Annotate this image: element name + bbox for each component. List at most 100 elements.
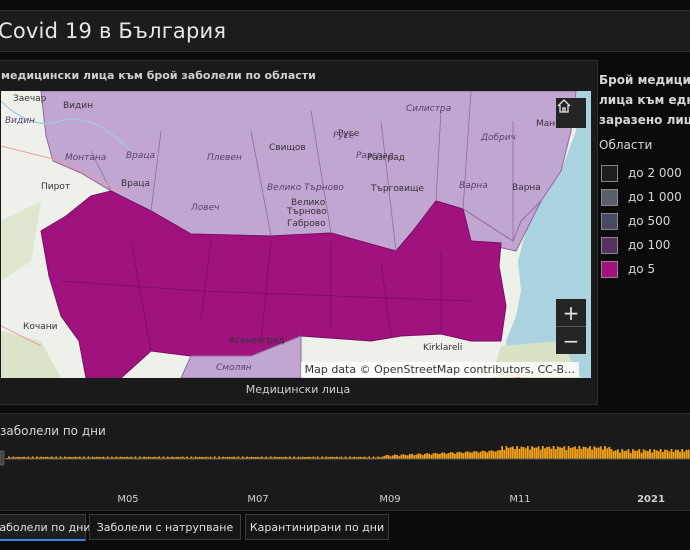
chart-bar <box>424 453 426 459</box>
chart-bar <box>677 449 679 459</box>
chart-bar <box>672 451 675 459</box>
legend-title-line: Брой медицин <box>599 73 690 87</box>
chart-bar <box>664 449 666 459</box>
chart-bar <box>409 454 411 459</box>
chart-bar <box>404 455 407 459</box>
chart-bar <box>597 447 600 459</box>
map-view[interactable]: Видин Видин Заечар Монтана Враца Враца Плевен Л… <box>1 91 591 378</box>
chart-bar <box>535 447 538 459</box>
zoom-in-button[interactable]: + <box>556 299 586 327</box>
chart-bar <box>683 451 686 459</box>
chart-bar <box>608 446 611 459</box>
x-tick-label: M11 <box>509 494 530 505</box>
chart-bar <box>507 448 510 459</box>
map-label-town: Враца <box>121 179 151 189</box>
chart-bar <box>385 455 388 459</box>
legend-label: до 5 <box>628 262 656 276</box>
chart-bar <box>550 448 553 459</box>
chart-bar <box>659 449 662 459</box>
chart-bar <box>629 452 632 459</box>
chart-bar <box>604 446 606 459</box>
legend-item: до 1 000 <box>601 187 682 207</box>
chart-bar <box>514 449 516 459</box>
map-label-town: Kirklareli <box>423 343 463 353</box>
chart-bar <box>666 450 669 459</box>
chart-bar <box>400 454 403 459</box>
daily-cases-chart[interactable]: M05 M07 M09 M11 2021 <box>0 414 690 510</box>
chart-bar <box>595 447 598 459</box>
legend-label: до 2 000 <box>628 166 682 180</box>
chart-bar <box>499 450 501 459</box>
zoom-out-button[interactable]: − <box>556 327 586 354</box>
chart-bar <box>638 449 641 459</box>
chart-bar <box>411 453 414 459</box>
chart-bar <box>574 446 576 459</box>
chart-bar <box>612 451 615 459</box>
chart-bar <box>394 454 396 459</box>
zoom-control: + − <box>556 299 586 354</box>
chart-bar <box>546 446 549 459</box>
map-label-town: Русе <box>338 129 360 139</box>
chart-bar <box>567 446 570 459</box>
x-axis-ticks: M05 M07 M09 M11 2021 <box>117 494 665 505</box>
chart-bar <box>473 451 476 459</box>
chart-bar <box>419 453 422 459</box>
x-tick-label: M09 <box>379 494 400 505</box>
chart-bar <box>657 451 660 459</box>
chart-bar <box>520 446 523 459</box>
chart-bar <box>516 446 519 459</box>
chart-bar <box>434 452 437 459</box>
chart-bar <box>428 453 431 459</box>
tab-quarantined-daily[interactable]: Карантинирани по дни <box>245 514 389 540</box>
chart-bar <box>636 450 639 459</box>
chart-bar <box>655 450 658 459</box>
legend-label: до 500 <box>628 214 671 228</box>
chart-bar <box>563 446 566 459</box>
x-tick-label: 2021 <box>637 494 665 505</box>
legend-title-line: лица към едно <box>599 93 690 107</box>
chart-bar <box>471 452 474 459</box>
map-label-region: Велико Търново <box>267 183 344 193</box>
chart-bar <box>578 446 581 459</box>
tab-cumulative-cases[interactable]: Заболели с натрупване <box>89 514 241 540</box>
chart-bar <box>610 449 613 459</box>
chart-bar <box>685 449 688 459</box>
legend-item: до 500 <box>601 211 670 231</box>
map-attribution[interactable]: Map data © OpenStreetMap contributors, C… <box>300 362 579 377</box>
chart-bar <box>623 450 626 459</box>
chart-bar <box>494 451 497 459</box>
chart-bar <box>687 449 690 459</box>
chart-bar <box>503 450 506 459</box>
chart-bar <box>642 449 645 459</box>
legend-swatch <box>601 236 618 254</box>
chart-bar <box>451 452 454 459</box>
map-label-town: Асеновград <box>229 336 285 346</box>
chart-bar <box>481 450 484 459</box>
chart-bar <box>484 451 486 459</box>
chart-bar <box>426 453 429 459</box>
map-label-region: Варна <box>459 181 488 191</box>
app-title: Covid 19 в България <box>0 19 227 43</box>
chart-bar <box>436 453 439 459</box>
chart-bar <box>479 451 482 459</box>
chart-bar <box>599 446 602 459</box>
range-start-handle[interactable] <box>0 450 5 466</box>
chart-bar <box>584 447 587 459</box>
chart-bar <box>627 449 630 459</box>
chart-bars <box>6 446 690 459</box>
chart-bar <box>681 449 684 459</box>
tab-daily-cases[interactable]: заболели по дни <box>0 514 90 541</box>
chart-bar <box>587 448 589 459</box>
home-button[interactable] <box>556 98 586 128</box>
chart-bar <box>569 448 572 459</box>
legend-label: до 100 <box>628 238 671 252</box>
chart-bar <box>524 448 527 459</box>
chart-bar <box>496 450 499 459</box>
chart-bar <box>391 455 394 459</box>
daily-cases-chart-panel: заболели по дни M05 M07 M09 M11 2021 <box>0 413 690 511</box>
chart-bar <box>647 451 649 459</box>
chart-bar <box>522 447 525 459</box>
chart-bar <box>406 455 409 459</box>
map-caption: Медицински лица <box>245 383 351 396</box>
chart-bar <box>466 451 469 459</box>
